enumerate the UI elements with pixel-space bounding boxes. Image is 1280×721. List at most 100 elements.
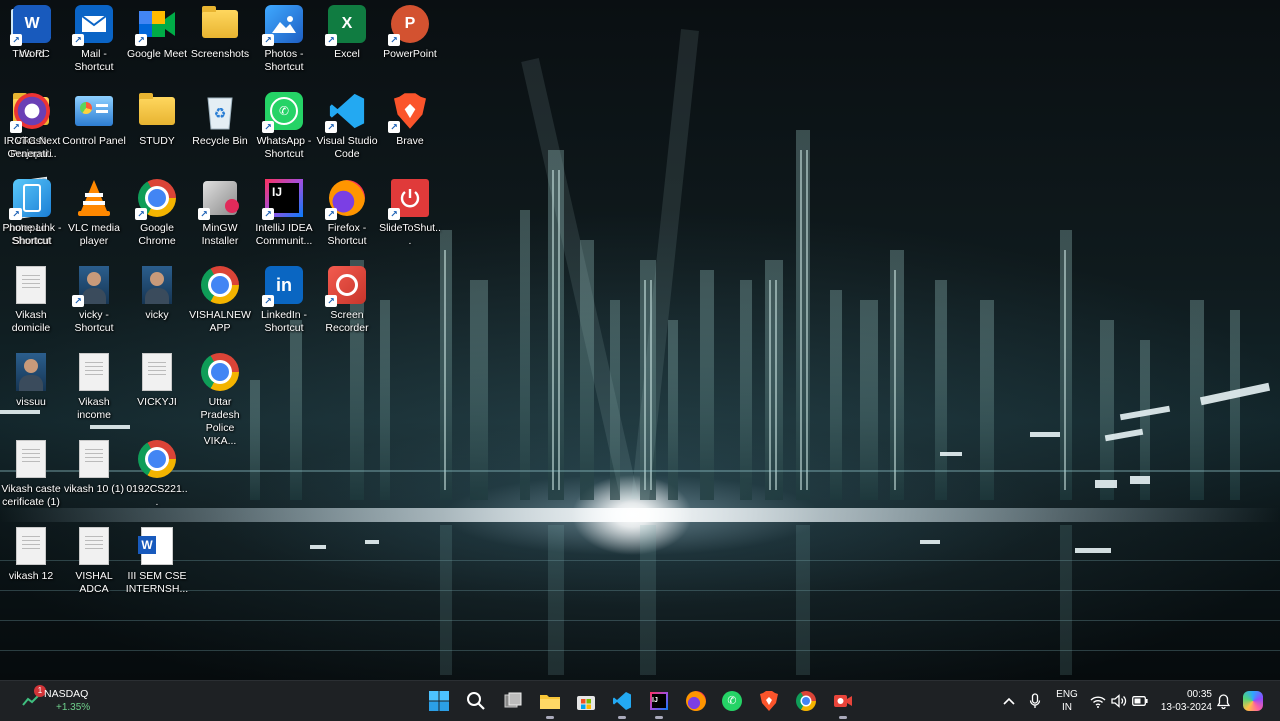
desktop-icon-screen-recorder[interactable]: ↗ Screen Recorder — [315, 265, 379, 335]
intellij-icon: IJ — [650, 692, 668, 710]
control-panel-icon — [74, 91, 114, 131]
desktop-icon-vikash-domicile[interactable]: Vikash domicile — [0, 265, 63, 335]
desktop-icon-brave[interactable]: ↗ Brave — [378, 91, 442, 148]
clock-date: 13-03-2024 — [1160, 702, 1212, 713]
shortcut-arrow-icon: ↗ — [135, 34, 147, 46]
file-explorer-button[interactable] — [538, 689, 562, 719]
desktop-icon-label: IntelliJ IDEA Communit... — [255, 222, 313, 247]
desktop-icon-google-meet[interactable]: ↗ Google Meet — [125, 4, 189, 61]
desktop-icon-google-chrome[interactable]: ↗ Google Chrome — [125, 178, 189, 248]
windows-icon — [429, 691, 449, 711]
intellij-button[interactable]: IJ — [647, 689, 671, 719]
desktop-icon-study[interactable]: STUDY — [125, 91, 189, 148]
clock-button[interactable]: 00:35 13-03-2024 — [1152, 687, 1218, 715]
document-icon — [74, 439, 114, 479]
powerpoint-icon: P ↗ — [388, 4, 430, 46]
microphone-button[interactable] — [1023, 689, 1047, 713]
shortcut-arrow-icon: ↗ — [135, 208, 147, 220]
desktop-icon-mail-shortcut[interactable]: ↗ Mail - Shortcut — [62, 4, 126, 74]
network-volume-battery-button[interactable] — [1088, 689, 1150, 713]
copilot-icon — [1243, 691, 1263, 711]
desktop-icon-label: PowerPoint — [383, 48, 437, 60]
desktop-icon-label: Visual Studio Code — [316, 135, 378, 160]
desktop-icon-recycle-bin[interactable]: ♻ Recycle Bin — [188, 91, 252, 148]
stock-widget-change: +1.35% — [56, 702, 91, 713]
stock-widget[interactable]: 1 NASDAQ +1.35% — [14, 685, 124, 717]
chrome-button[interactable] — [794, 689, 818, 713]
desktop-icon-vikash-10-1[interactable]: vikash 10 (1) — [62, 439, 126, 496]
show-hidden-icons-button[interactable] — [997, 689, 1021, 713]
desktop-icon-label: 0192CS221... — [126, 483, 188, 508]
desktop-icon-label: vissuu — [16, 396, 46, 408]
desktop-icon-vissuu[interactable]: vissuu — [0, 352, 63, 409]
desktop-icon-powerpoint[interactable]: P ↗ PowerPoint — [378, 4, 442, 61]
screen-recorder-button[interactable] — [831, 689, 855, 719]
shortcut-arrow-icon: ↗ — [10, 121, 22, 133]
document-icon — [11, 439, 51, 479]
copilot-button[interactable] — [1241, 689, 1265, 713]
desktop-icon-intellij-idea-communit[interactable]: IJ ↗ IntelliJ IDEA Communit... — [252, 178, 316, 248]
desktop-icon-label: Vikash caste cerificate (1) — [1, 483, 61, 508]
chrome-icon — [200, 352, 240, 392]
desktop-icon-iii-sem-cse-internsh[interactable]: W III SEM CSE INTERNSH... — [125, 526, 189, 596]
desktop-icon-slidetoshut[interactable]: ↗ SlideToShut... — [378, 178, 442, 248]
desktop-icon-vishalnew-app[interactable]: VISHALNEW APP — [188, 265, 252, 335]
firefox-button[interactable] — [684, 689, 708, 713]
whatsapp-icon: ✆ — [722, 691, 742, 711]
intellij-icon: IJ ↗ — [262, 178, 304, 220]
desktop-icon-vicky-shortcut[interactable]: ↗ vicky - Shortcut — [62, 265, 126, 335]
whatsapp-button[interactable]: ✆ — [720, 689, 744, 713]
shortcut-arrow-icon: ↗ — [388, 208, 400, 220]
desktop-icon-uttar-pradesh-police-vika[interactable]: Uttar Pradesh Police VIKA... — [188, 352, 252, 448]
google-meet-icon: ↗ — [135, 4, 177, 46]
brave-button[interactable] — [757, 689, 781, 713]
desktop-icon-linkedin-shortcut[interactable]: in ↗ LinkedIn - Shortcut — [252, 265, 316, 335]
search-button[interactable] — [464, 689, 488, 713]
language-region: IN — [1062, 702, 1072, 713]
excel-icon: X ↗ — [325, 4, 367, 46]
folder-icon — [200, 4, 240, 44]
desktop-icon-label: III SEM CSE INTERNSH... — [125, 570, 189, 595]
desktop-icon-vikash-income[interactable]: Vikash income — [62, 352, 126, 422]
desktop-icon-screenshots[interactable]: Screenshots — [188, 4, 252, 61]
desktop-icon-control-panel[interactable]: Control Panel — [62, 91, 126, 148]
desktop-icon-vikash-caste-cerificate-1[interactable]: Vikash caste cerificate (1) — [0, 439, 63, 509]
vscode-button[interactable] — [610, 689, 634, 719]
microsoft-store-button[interactable] — [574, 689, 598, 713]
desktop-icon-vishal-adca[interactable]: VISHAL ADCA — [62, 526, 126, 596]
desktop-icon-phone-link-shortcut[interactable]: ↗ Phone Link - Shortcut — [0, 178, 64, 248]
desktop-icon-label: Screenshots — [190, 48, 250, 60]
desktop-icon-vikash-12[interactable]: vikash 12 — [0, 526, 63, 583]
desktop-icon-whatsapp-shortcut[interactable]: ✆ ↗ WhatsApp - Shortcut — [252, 91, 316, 161]
desktop-icon-photos-shortcut[interactable]: ↗ Photos - Shortcut — [252, 4, 316, 74]
desktop-icon-word[interactable]: W ↗ Word — [0, 4, 64, 61]
desktop-icon-firefox-shortcut[interactable]: ↗ Firefox - Shortcut — [315, 178, 379, 248]
shortcut-arrow-icon: ↗ — [325, 295, 337, 307]
desktop-icon-label: WhatsApp - Shortcut — [256, 135, 312, 160]
task-view-button[interactable] — [501, 689, 525, 713]
desktop-icon-irctc-next-generati[interactable]: ↗ IRCTC Next Generati... — [0, 91, 64, 161]
desktop-icon-label: Vikash domicile — [11, 309, 51, 334]
desktop-icon-label: vicky - Shortcut — [74, 309, 114, 334]
input-language-button[interactable]: ENG IN — [1052, 687, 1082, 715]
desktop-icon-label: STUDY — [139, 135, 175, 147]
chrome-icon — [200, 265, 240, 305]
store-icon — [577, 696, 595, 710]
start-button[interactable] — [427, 689, 451, 713]
desktop-icon-vlc-media-player[interactable]: VLC media player — [62, 178, 126, 248]
desktop-icon-visual-studio-code[interactable]: ↗ Visual Studio Code — [315, 91, 379, 161]
desktop-icon-label: vikash 10 (1) — [63, 483, 125, 495]
desktop-icon-0192cs221[interactable]: 0192CS221... — [125, 439, 189, 509]
desktop-icon-vicky[interactable]: vicky — [125, 265, 189, 322]
notifications-button[interactable] — [1211, 689, 1235, 713]
desktop-icon-excel[interactable]: X ↗ Excel — [315, 4, 379, 61]
desktop-icon-mingw-installer[interactable]: ↗ MinGW Installer — [188, 178, 252, 248]
taskbar: 1 NASDAQ +1.35% IJ ✆ ENG IN 00:35 13-03-… — [0, 680, 1280, 721]
screen-recorder-icon: ↗ — [325, 265, 367, 307]
shortcut-arrow-icon: ↗ — [10, 208, 22, 220]
screen-recorder-icon — [834, 695, 852, 707]
desktop-icon-vickyji[interactable]: VICKYJI — [125, 352, 189, 409]
folder-icon — [540, 695, 560, 709]
wifi-icon — [1090, 695, 1106, 708]
desktop-icon-label: VLC media player — [68, 222, 120, 247]
